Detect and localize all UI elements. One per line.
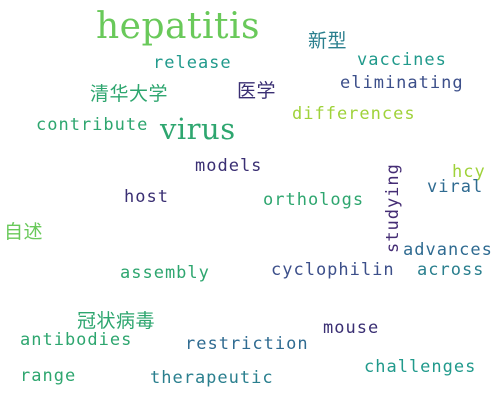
word-vaccines: vaccines [357, 50, 447, 70]
word-orthologs: orthologs [263, 190, 365, 210]
word-differences: differences [292, 104, 416, 124]
word-cloud: hepatitis 新型 release vaccines eliminatin… [0, 0, 500, 400]
word-eliminating: eliminating [340, 73, 464, 93]
word-hepatitis: hepatitis [96, 6, 260, 47]
word-mouse: mouse [323, 318, 380, 338]
word-across: across [417, 260, 485, 280]
word-models: models [195, 156, 263, 176]
word-range: range [20, 366, 77, 386]
word-cyclophilin: cyclophilin [271, 260, 395, 280]
word-virus: virus [160, 112, 236, 146]
word-xinxing: 新型 [308, 30, 348, 52]
word-guanzhuang: 冠状病毒 [77, 310, 156, 332]
word-therapeutic: therapeutic [150, 368, 274, 388]
word-contribute: contribute [36, 115, 149, 135]
word-challenges: challenges [364, 357, 477, 377]
word-antibodies: antibodies [20, 330, 133, 350]
word-qinghua: 清华大学 [90, 83, 169, 105]
word-yixue: 医学 [237, 80, 277, 102]
word-host: host [124, 187, 169, 207]
word-release: release [153, 53, 232, 73]
word-zishu: 自述 [4, 221, 44, 243]
word-viral: viral [427, 177, 484, 197]
word-restriction: restriction [185, 334, 309, 354]
word-studying: studying [383, 163, 403, 253]
word-assembly: assembly [120, 263, 210, 283]
word-advances: advances [403, 240, 493, 260]
